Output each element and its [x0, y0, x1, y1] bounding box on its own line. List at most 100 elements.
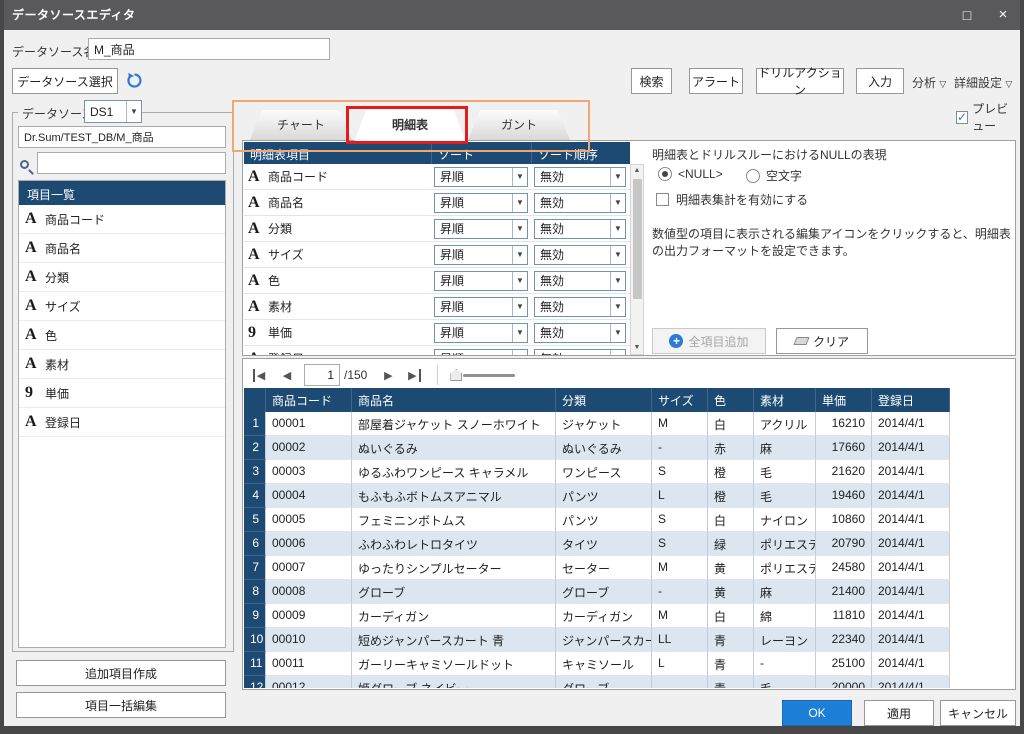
- grid-cell: レーヨン: [754, 628, 816, 652]
- scroll-down-icon[interactable]: ▼: [634, 342, 641, 354]
- field-list-item[interactable]: A 登録日: [19, 408, 225, 437]
- tab-chart[interactable]: チャート: [250, 110, 352, 140]
- maximize-icon[interactable]: □: [950, 0, 984, 30]
- radio-empty-option[interactable]: 空文字: [746, 167, 802, 184]
- add-field-button[interactable]: 追加項目作成: [16, 660, 226, 686]
- tab-gantt[interactable]: ガント: [468, 110, 570, 140]
- sort-direction-combo[interactable]: 昇順 ▼: [434, 271, 528, 291]
- sort-direction-combo[interactable]: 昇順 ▼: [434, 349, 528, 356]
- field-search-input[interactable]: [37, 152, 226, 174]
- subtotal-checkbox[interactable]: [656, 193, 669, 206]
- field-list-item[interactable]: A 分類: [19, 263, 225, 292]
- sort-order-combo[interactable]: 無効 ▼: [534, 245, 626, 265]
- table-row[interactable]: 5 00005フェミニンボトムスパンツS白ナイロン108602014/4/1: [244, 508, 950, 532]
- preview-toggle[interactable]: ✓ プレビュー: [956, 100, 1020, 134]
- close-icon[interactable]: ×: [986, 0, 1020, 30]
- sort-order-combo[interactable]: 無効 ▼: [534, 349, 626, 356]
- sort-table-row[interactable]: 9 単価 昇順 ▼ 無効 ▼: [244, 320, 630, 346]
- preview-checkbox[interactable]: ✓: [956, 111, 968, 124]
- sort-table-row[interactable]: A 登録日 昇順 ▼ 無効 ▼: [244, 346, 630, 355]
- title-bar: データソースエディタ □ ×: [0, 0, 1024, 30]
- table-row[interactable]: 8 00008グローブグローブ-黄麻214002014/4/1: [244, 580, 950, 604]
- grid-cell: 00005: [266, 508, 352, 532]
- scroll-up-icon[interactable]: ▲: [634, 165, 641, 177]
- sort-direction-combo[interactable]: 昇順 ▼: [434, 193, 528, 213]
- grid-cell: ポリエステル: [754, 532, 816, 556]
- field-list-item[interactable]: A サイズ: [19, 292, 225, 321]
- tab-detail-table[interactable]: 明細表: [354, 110, 466, 142]
- sort-table-row[interactable]: A 分類 昇順 ▼ 無効 ▼: [244, 216, 630, 242]
- bulk-edit-button[interactable]: 項目一括編集: [16, 692, 226, 718]
- apply-button[interactable]: 適用: [864, 700, 934, 726]
- next-page-icon[interactable]: ▶: [377, 365, 399, 385]
- sort-direction-combo[interactable]: 昇順 ▼: [434, 297, 528, 317]
- ok-button[interactable]: OK: [782, 700, 852, 726]
- row-number-cell: 11: [244, 652, 266, 676]
- analysis-dropdown[interactable]: 分析 ▽: [912, 74, 946, 91]
- last-page-icon[interactable]: ▶: [403, 365, 425, 385]
- sort-table-row[interactable]: A 商品名 昇順 ▼ 無効 ▼: [244, 190, 630, 216]
- scrollbar-thumb[interactable]: [633, 179, 642, 299]
- first-page-icon[interactable]: ◀: [248, 365, 270, 385]
- alert-button[interactable]: アラート: [689, 68, 743, 94]
- sort-table-row[interactable]: A 素材 昇順 ▼ 無効 ▼: [244, 294, 630, 320]
- field-list-item[interactable]: A 色: [19, 321, 225, 350]
- prev-page-icon[interactable]: ◀: [276, 365, 298, 385]
- sort-table-row[interactable]: A 商品コード 昇順 ▼ 無効 ▼: [244, 164, 630, 190]
- table-row[interactable]: 10 00010短めジャンパースカート 青ジャンパースカートLL青レーヨン223…: [244, 628, 950, 652]
- table-row[interactable]: 2 00002ぬいぐるみぬいぐるみ-赤麻176602014/4/1: [244, 436, 950, 460]
- page-slider-track[interactable]: [463, 374, 515, 377]
- sort-order-value: 無効: [535, 245, 610, 264]
- sort-order-combo[interactable]: 無効 ▼: [534, 297, 626, 317]
- chevron-down-icon: ▼: [512, 350, 527, 356]
- field-list-item[interactable]: 9 単価: [19, 379, 225, 408]
- sort-table-row[interactable]: A サイズ 昇順 ▼ 無効 ▼: [244, 242, 630, 268]
- grid-cell: 白: [708, 604, 754, 628]
- input-button[interactable]: 入力: [856, 68, 904, 94]
- sort-direction-combo[interactable]: 昇順 ▼: [434, 167, 528, 187]
- radio-null-option[interactable]: <NULL>: [658, 167, 723, 181]
- refresh-icon[interactable]: [126, 72, 143, 94]
- sort-order-combo[interactable]: 無効 ▼: [534, 193, 626, 213]
- page-number-input[interactable]: [304, 364, 340, 386]
- table-row[interactable]: 4 00004もふもふボトムスアニマルパンツL橙毛194602014/4/1: [244, 484, 950, 508]
- table-row[interactable]: 3 00003ゆるふわワンピース キャラメルワンピースS橙毛216202014/…: [244, 460, 950, 484]
- field-list-item[interactable]: A 素材: [19, 350, 225, 379]
- sort-order-combo[interactable]: 無効 ▼: [534, 219, 626, 239]
- advanced-settings-dropdown[interactable]: 詳細設定 ▽: [954, 74, 1012, 91]
- table-row[interactable]: 11 00011ガーリーキャミソールドットキャミソールL青-251002014/…: [244, 652, 950, 676]
- sort-order-combo[interactable]: 無効 ▼: [534, 323, 626, 343]
- sort-order-combo[interactable]: 無効 ▼: [534, 167, 626, 187]
- table-row[interactable]: 9 00009カーディガンカーディガンM白綿118102014/4/1: [244, 604, 950, 628]
- subtotal-toggle[interactable]: 明細表集計を有効にする: [656, 191, 808, 208]
- sort-order-combo[interactable]: 無効 ▼: [534, 271, 626, 291]
- datasource-name-input[interactable]: [88, 38, 330, 60]
- grid-cell: 11810: [816, 604, 872, 628]
- grid-cell: 2014/4/1: [872, 484, 950, 508]
- sort-direction-combo[interactable]: 昇順 ▼: [434, 245, 528, 265]
- radio-empty-icon[interactable]: [746, 169, 760, 183]
- table-row[interactable]: 7 00007ゆったりシンプルセーターセーターM黄ポリエステル245802014…: [244, 556, 950, 580]
- sort-direction-combo[interactable]: 昇順 ▼: [434, 323, 528, 343]
- sort-table-body: A 商品コード 昇順 ▼ 無効 ▼ A 商品名 昇順 ▼ 無効 ▼ A 分類: [244, 164, 630, 355]
- cancel-button[interactable]: キャンセル: [940, 700, 1016, 726]
- grid-cell: -: [652, 580, 708, 604]
- grid-cell: ポリエステル: [754, 556, 816, 580]
- table-row[interactable]: 12 00012姫グローブ ネイビーグローブ青毛200002014/4/1: [244, 676, 950, 688]
- sort-table-row[interactable]: A 色 昇順 ▼ 無効 ▼: [244, 268, 630, 294]
- drill-action-button[interactable]: ドリルアクション: [756, 68, 844, 94]
- search-button[interactable]: 検索: [631, 68, 672, 94]
- sort-table-scrollbar[interactable]: ▲ ▼: [630, 164, 644, 355]
- field-list-item[interactable]: A 商品名: [19, 234, 225, 263]
- datasource-combo[interactable]: DS1 ▼: [84, 100, 142, 123]
- add-all-fields-button[interactable]: + 全項目追加: [652, 328, 766, 354]
- clear-button[interactable]: クリア: [776, 328, 868, 354]
- radio-null-icon[interactable]: [658, 167, 672, 181]
- table-row[interactable]: 6 00006ふわふわレトロタイツタイツS緑ポリエステル207902014/4/…: [244, 532, 950, 556]
- sort-direction-combo[interactable]: 昇順 ▼: [434, 219, 528, 239]
- field-type-icon: 9: [25, 384, 45, 402]
- table-row[interactable]: 1 00001部屋着ジャケット スノーホワイトジャケットM白アクリル162102…: [244, 412, 950, 436]
- field-list-item[interactable]: A 商品コード: [19, 205, 225, 234]
- datasource-select-button[interactable]: データソース選択: [12, 68, 118, 94]
- page-slider-thumb[interactable]: [450, 369, 462, 381]
